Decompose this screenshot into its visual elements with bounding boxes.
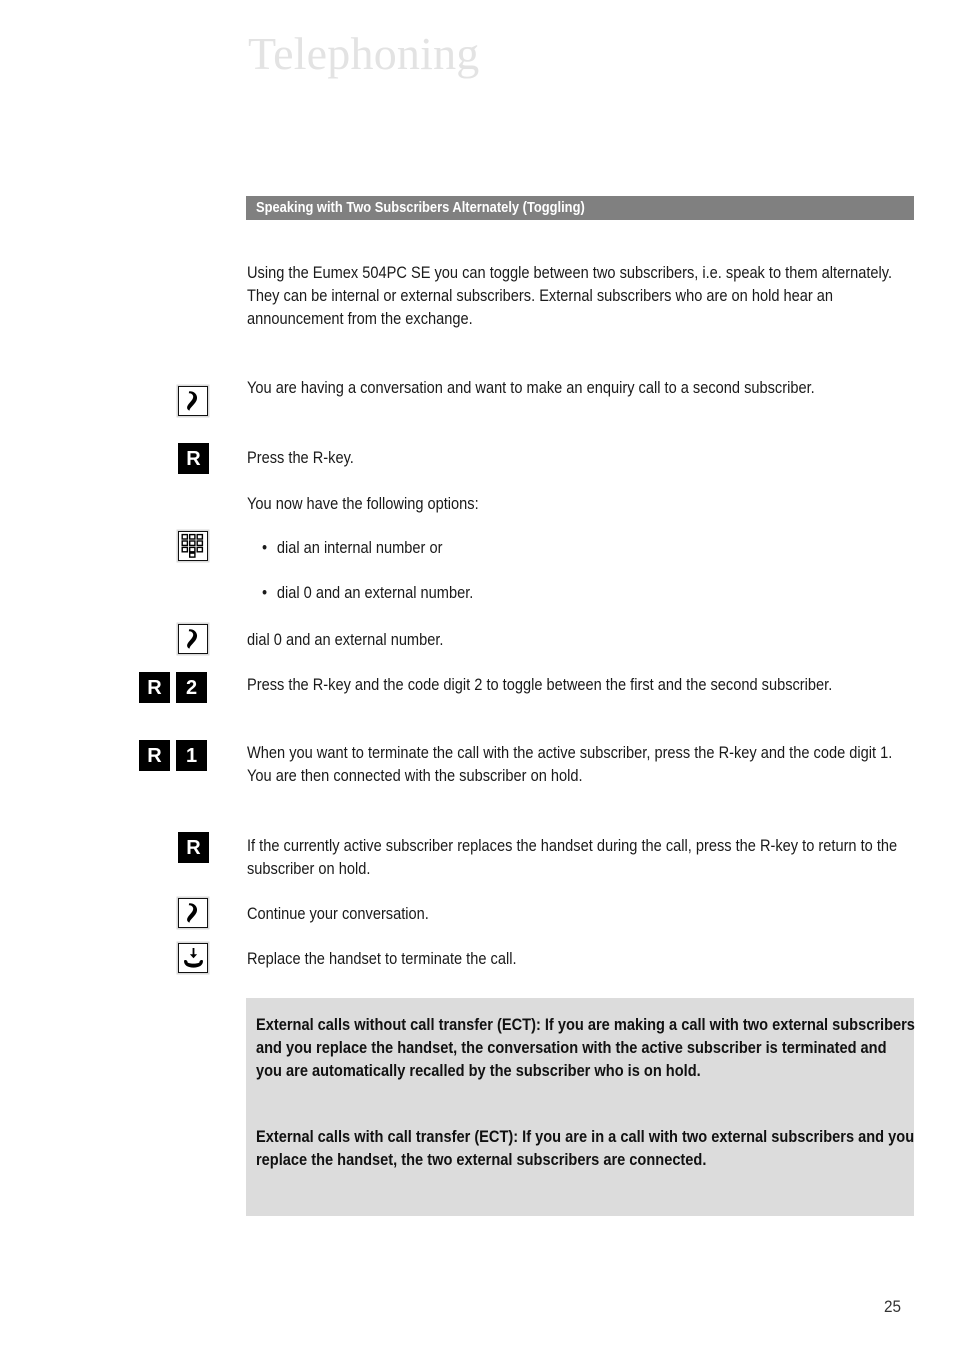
step-8-text: If the currently active subscriber repla… bbox=[247, 837, 898, 878]
r-key-cap: R bbox=[178, 832, 209, 863]
step-7-text: When you want to terminate the call with… bbox=[247, 744, 893, 785]
note-paragraph-1: External calls without call transfer (EC… bbox=[256, 1016, 915, 1080]
step-3-text: You now have the following options: bbox=[247, 495, 479, 513]
step-9-text: Continue your conversation. bbox=[247, 905, 429, 923]
step-1-text: You are having a conversation and want t… bbox=[247, 379, 815, 397]
step-5-text: dial 0 and an external number. bbox=[247, 631, 444, 649]
section-heading-label: Speaking with Two Subscribers Alternatel… bbox=[256, 199, 585, 216]
r-key-cap: R bbox=[178, 443, 209, 474]
digit-key-cap: 1 bbox=[176, 740, 207, 771]
step-6-text: Press the R-key and the code digit 2 to … bbox=[247, 676, 833, 694]
r-key: R bbox=[178, 443, 209, 474]
intro-paragraph: Using the Eumex 504PC SE you can toggle … bbox=[247, 264, 893, 328]
option-bullet-1: • dial an internal number or bbox=[262, 537, 882, 560]
hangup-icon bbox=[178, 943, 208, 973]
bullet-glyph: • bbox=[262, 539, 268, 557]
document-page: Telephoning Speaking with Two Subscriber… bbox=[0, 0, 954, 1355]
step-10-text: Replace the handset to terminate the cal… bbox=[247, 950, 517, 968]
handset-icon bbox=[178, 898, 208, 928]
r-key: R bbox=[178, 832, 209, 863]
keypad-icon bbox=[178, 531, 208, 561]
handset-icon bbox=[178, 386, 208, 416]
page-number: 25 bbox=[884, 1297, 902, 1316]
option-bullet-2-text: dial 0 and an external number. bbox=[276, 584, 474, 602]
r-plus-2-keys: R 2 bbox=[139, 672, 207, 703]
r-key-cap: R bbox=[139, 740, 170, 771]
option-bullet-1-text: dial an internal number or bbox=[276, 539, 443, 557]
handset-icon bbox=[178, 624, 208, 654]
bullet-glyph: • bbox=[262, 584, 268, 602]
r-key-cap: R bbox=[139, 672, 170, 703]
page-title: Telephoning bbox=[248, 28, 480, 79]
digit-key-cap: 2 bbox=[176, 672, 207, 703]
note-box: External calls without call transfer (EC… bbox=[246, 998, 915, 1216]
note-paragraph-2: External calls with call transfer (ECT):… bbox=[256, 1128, 915, 1169]
section-heading-bar: Speaking with Two Subscribers Alternatel… bbox=[246, 196, 914, 220]
option-bullet-2: • dial 0 and an external number. bbox=[262, 582, 882, 605]
step-2-text: Press the R-key. bbox=[247, 449, 354, 467]
r-plus-1-keys: R 1 bbox=[139, 740, 207, 771]
